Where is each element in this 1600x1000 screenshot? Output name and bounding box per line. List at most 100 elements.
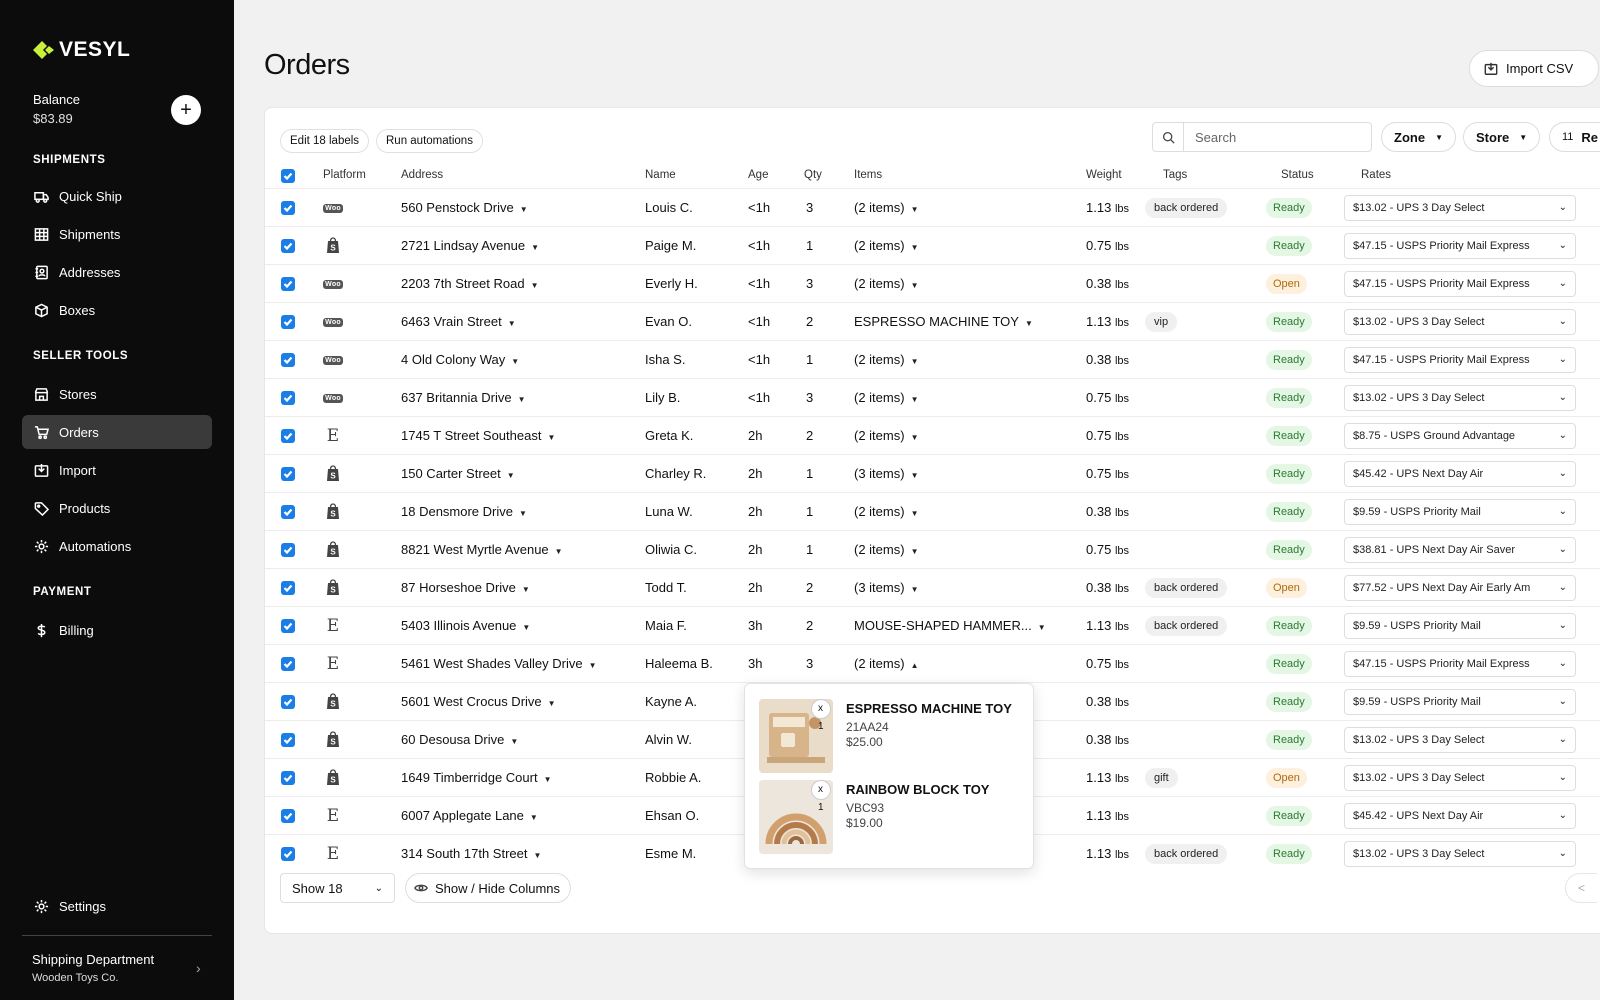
- table-row[interactable]: S 87 Horseshoe Drive ▼ Todd T. 2h 2 (3 items) ▼…: [265, 568, 1600, 606]
- select-all-checkbox[interactable]: [281, 169, 295, 183]
- sidebar-item-products[interactable]: Products: [22, 491, 212, 525]
- address-cell[interactable]: 18 Densmore Drive ▼: [401, 504, 527, 519]
- address-cell[interactable]: 150 Carter Street ▼: [401, 466, 515, 481]
- row-checkbox[interactable]: [281, 315, 295, 329]
- rate-select[interactable]: $13.02 - UPS 3 Day Select ⌄: [1344, 195, 1576, 221]
- address-cell[interactable]: 1745 T Street Southeast ▼: [401, 428, 555, 443]
- row-checkbox[interactable]: [281, 809, 295, 823]
- address-cell[interactable]: 5601 West Crocus Drive ▼: [401, 694, 556, 709]
- row-checkbox[interactable]: [281, 543, 295, 557]
- row-checkbox[interactable]: [281, 581, 295, 595]
- table-row[interactable]: Woo 560 Penstock Drive ▼ Louis C. <1h 3 (2 ite…: [265, 188, 1600, 226]
- show-hide-columns-button[interactable]: Show / Hide Columns: [405, 873, 571, 903]
- address-cell[interactable]: 1649 Timberridge Court ▼: [401, 770, 552, 785]
- row-checkbox[interactable]: [281, 619, 295, 633]
- table-row[interactable]: Woo 6463 Vrain Street ▼ Evan O. <1h 2 ESPRESSO…: [265, 302, 1600, 340]
- row-checkbox[interactable]: [281, 657, 295, 671]
- items-dropdown[interactable]: (2 items) ▼: [854, 352, 918, 367]
- edit-labels-button[interactable]: Edit 18 labels: [280, 129, 370, 153]
- row-checkbox[interactable]: [281, 239, 295, 253]
- address-cell[interactable]: 6007 Applegate Lane ▼: [401, 808, 538, 823]
- column-header-name[interactable]: Name: [645, 169, 676, 181]
- rate-select[interactable]: $47.15 - USPS Priority Mail Express ⌄: [1344, 347, 1576, 373]
- extra-filter[interactable]: 11 Re: [1549, 122, 1600, 152]
- tag-badge[interactable]: back ordered: [1145, 616, 1228, 636]
- row-checkbox[interactable]: [281, 505, 295, 519]
- row-checkbox[interactable]: [281, 847, 295, 861]
- rate-select[interactable]: $38.81 - UPS Next Day Air Saver ⌄: [1344, 537, 1576, 563]
- items-dropdown[interactable]: MOUSE-SHAPED HAMMER... ▼: [854, 618, 1046, 633]
- items-dropdown[interactable]: (2 items) ▼: [854, 390, 918, 405]
- search-input[interactable]: [1184, 123, 1371, 151]
- rate-select[interactable]: $8.75 - USPS Ground Advantage ⌄: [1344, 423, 1576, 449]
- column-header-rates[interactable]: Rates: [1361, 169, 1391, 181]
- tag-badge[interactable]: back ordered: [1145, 844, 1228, 864]
- address-cell[interactable]: 560 Penstock Drive ▼: [401, 200, 528, 215]
- rate-select[interactable]: $9.59 - USPS Priority Mail ⌄: [1344, 613, 1576, 639]
- tag-badge[interactable]: back ordered: [1145, 198, 1228, 218]
- table-row[interactable]: S 18 Densmore Drive ▼ Luna W. 2h 1 (2 items) ▼ 0…: [265, 492, 1600, 530]
- table-row[interactable]: E 5403 Illinois Avenue ▼ Maia F. 3h 2 MOUSE-SH…: [265, 606, 1600, 644]
- items-dropdown[interactable]: (2 items) ▼: [854, 200, 918, 215]
- address-cell[interactable]: 5461 West Shades Valley Drive ▼: [401, 656, 597, 671]
- table-row[interactable]: E 5461 West Shades Valley Drive ▼ Haleema B…: [265, 644, 1600, 682]
- sidebar-item-addresses[interactable]: Addresses: [22, 255, 212, 289]
- row-checkbox[interactable]: [281, 467, 295, 481]
- rate-select[interactable]: $47.15 - USPS Priority Mail Express ⌄: [1344, 233, 1576, 259]
- address-cell[interactable]: 6463 Vrain Street ▼: [401, 314, 516, 329]
- chevron-right-icon[interactable]: ›: [196, 960, 201, 976]
- row-checkbox[interactable]: [281, 771, 295, 785]
- rate-select[interactable]: $47.15 - USPS Priority Mail Express ⌄: [1344, 271, 1576, 297]
- table-row[interactable]: S 8821 West Myrtle Avenue ▼ Oliwia C. 2h 1 (2 …: [265, 530, 1600, 568]
- previous-page-button[interactable]: <: [1565, 873, 1597, 903]
- rate-select[interactable]: $13.02 - UPS 3 Day Select ⌄: [1344, 309, 1576, 335]
- column-header-platform[interactable]: Platform: [323, 169, 366, 181]
- tag-badge[interactable]: vip: [1145, 312, 1178, 332]
- address-cell[interactable]: 637 Britannia Drive ▼: [401, 390, 525, 405]
- rate-select[interactable]: $13.02 - UPS 3 Day Select ⌄: [1344, 841, 1576, 867]
- store-filter[interactable]: Store ▼: [1463, 122, 1541, 152]
- address-cell[interactable]: 2203 7th Street Road ▼: [401, 276, 539, 291]
- items-dropdown[interactable]: (2 items) ▼: [854, 542, 918, 557]
- search-icon[interactable]: [1153, 123, 1184, 151]
- zone-filter[interactable]: Zone ▼: [1381, 122, 1456, 152]
- items-dropdown[interactable]: ESPRESSO MACHINE TOY ▼: [854, 314, 1033, 329]
- sidebar-item-stores[interactable]: Stores: [22, 377, 212, 411]
- row-checkbox[interactable]: [281, 201, 295, 215]
- page-size-select[interactable]: Show 18 ⌄: [280, 873, 395, 903]
- import-csv-button[interactable]: Import CSV: [1469, 50, 1599, 87]
- rate-select[interactable]: $45.42 - UPS Next Day Air ⌄: [1344, 461, 1576, 487]
- address-cell[interactable]: 314 South 17th Street ▼: [401, 846, 541, 861]
- items-dropdown[interactable]: (2 items) ▼: [854, 504, 918, 519]
- rate-select[interactable]: $13.02 - UPS 3 Day Select ⌄: [1344, 765, 1576, 791]
- rate-select[interactable]: $77.52 - UPS Next Day Air Early Am ⌄: [1344, 575, 1576, 601]
- tag-badge[interactable]: back ordered: [1145, 578, 1228, 598]
- rate-select[interactable]: $13.02 - UPS 3 Day Select ⌄: [1344, 727, 1576, 753]
- sidebar-item-boxes[interactable]: Boxes: [22, 293, 212, 327]
- items-dropdown[interactable]: (3 items) ▼: [854, 466, 918, 481]
- table-row[interactable]: S 2721 Lindsay Avenue ▼ Paige M. <1h 1 (2 item…: [265, 226, 1600, 264]
- table-row[interactable]: Woo 4 Old Colony Way ▼ Isha S. <1h 1 (2 items)…: [265, 340, 1600, 378]
- column-header-status[interactable]: Status: [1281, 169, 1314, 181]
- column-header-address[interactable]: Address: [401, 169, 443, 181]
- add-funds-button[interactable]: +: [171, 95, 201, 125]
- row-checkbox[interactable]: [281, 353, 295, 367]
- address-cell[interactable]: 5403 Illinois Avenue ▼: [401, 618, 530, 633]
- column-header-age[interactable]: Age: [748, 169, 768, 181]
- address-cell[interactable]: 4 Old Colony Way ▼: [401, 352, 519, 367]
- table-row[interactable]: E 1745 T Street Southeast ▼ Greta K. 2h 2 (2 i…: [265, 416, 1600, 454]
- row-checkbox[interactable]: [281, 277, 295, 291]
- rate-select[interactable]: $13.02 - UPS 3 Day Select ⌄: [1344, 385, 1576, 411]
- items-dropdown[interactable]: (2 items) ▼: [854, 238, 918, 253]
- table-row[interactable]: Woo 2203 7th Street Road ▼ Everly H. <1h 3 (2 …: [265, 264, 1600, 302]
- account-switcher[interactable]: Shipping Department Wooden Toys Co.: [32, 952, 154, 984]
- items-dropdown[interactable]: (2 items) ▼: [854, 428, 918, 443]
- tag-badge[interactable]: gift: [1145, 768, 1178, 788]
- sidebar-item-automations[interactable]: Automations: [22, 529, 212, 563]
- column-header-weight[interactable]: Weight: [1086, 169, 1122, 181]
- rate-select[interactable]: $47.15 - USPS Priority Mail Express ⌄: [1344, 651, 1576, 677]
- table-row[interactable]: S 150 Carter Street ▼ Charley R. 2h 1 (3 items…: [265, 454, 1600, 492]
- sidebar-item-orders[interactable]: Orders: [22, 415, 212, 449]
- row-checkbox[interactable]: [281, 429, 295, 443]
- row-checkbox[interactable]: [281, 695, 295, 709]
